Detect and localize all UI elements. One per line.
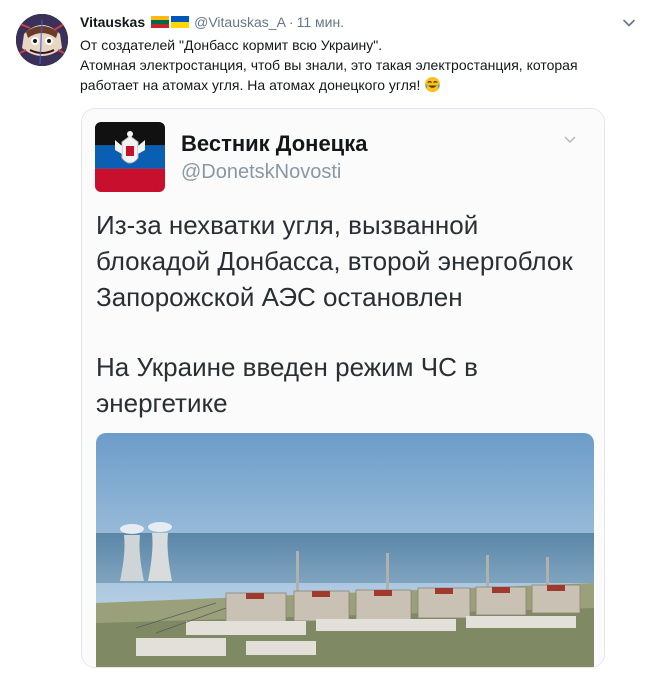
embedded-account-handle: @DonetskNovosti: [181, 161, 342, 183]
embedded-screenshot-card[interactable]: Вестник Донецка @DonetskNovosti Из-за не…: [81, 108, 605, 668]
subline-line: энергетике: [96, 388, 228, 418]
embedded-subline: На Украине введен режим ЧС в энергетике: [96, 349, 596, 421]
tweet-text-line: работает на атомах угля. На атомах донец…: [80, 75, 635, 95]
avatar[interactable]: [16, 14, 68, 66]
lithuania-flag-icon: [151, 16, 170, 28]
author-name[interactable]: Vitauskas: [80, 14, 145, 30]
tweet-header: Vitauskas @Vitauskas_A · 11 мин.: [80, 12, 344, 32]
donetsk-flag-avatar: [95, 122, 165, 192]
header-separator: ·: [288, 14, 294, 30]
author-handle[interactable]: @Vitauskas_A: [194, 14, 286, 30]
subline-line: На Украине введен режим ЧС в: [96, 352, 478, 382]
tweet-timestamp[interactable]: 11 мин.: [297, 14, 345, 30]
embedded-tweet-image: Вестник Донецка @DonetskNovosti Из-за не…: [82, 109, 604, 667]
tweet-text-line-content: работает на атомах угля. На атомах донец…: [80, 77, 421, 93]
headline-line: блокадой Донбасса, второй энергоблок: [96, 246, 573, 276]
chevron-down-icon: [564, 136, 576, 143]
chevron-down-icon[interactable]: [622, 16, 636, 30]
flag-emojis: [151, 16, 190, 28]
tweet-text: От создателей "Донбасс кормит всю Украин…: [80, 35, 635, 95]
headline-line: Запорожской АЭС остановлен: [96, 282, 463, 312]
nuclear-power-plant-photo: [96, 433, 594, 667]
tweet-text-line: От создателей "Донбасс кормит всю Украин…: [80, 37, 383, 53]
face-with-tears-of-joy-icon: [425, 76, 441, 93]
tweet[interactable]: Vitauskas @Vitauskas_A · 11 мин. От созд…: [0, 0, 647, 675]
embedded-account-name: Вестник Донецка: [181, 131, 368, 156]
tweet-text-line: Атомная электростанция, чтоб вы знали, э…: [80, 57, 578, 73]
headline-line: Из-за нехватки угля, вызванной: [96, 210, 479, 240]
ukraine-flag-icon: [171, 16, 190, 28]
embedded-headline: Из-за нехватки угля, вызванной блокадой …: [96, 207, 596, 315]
